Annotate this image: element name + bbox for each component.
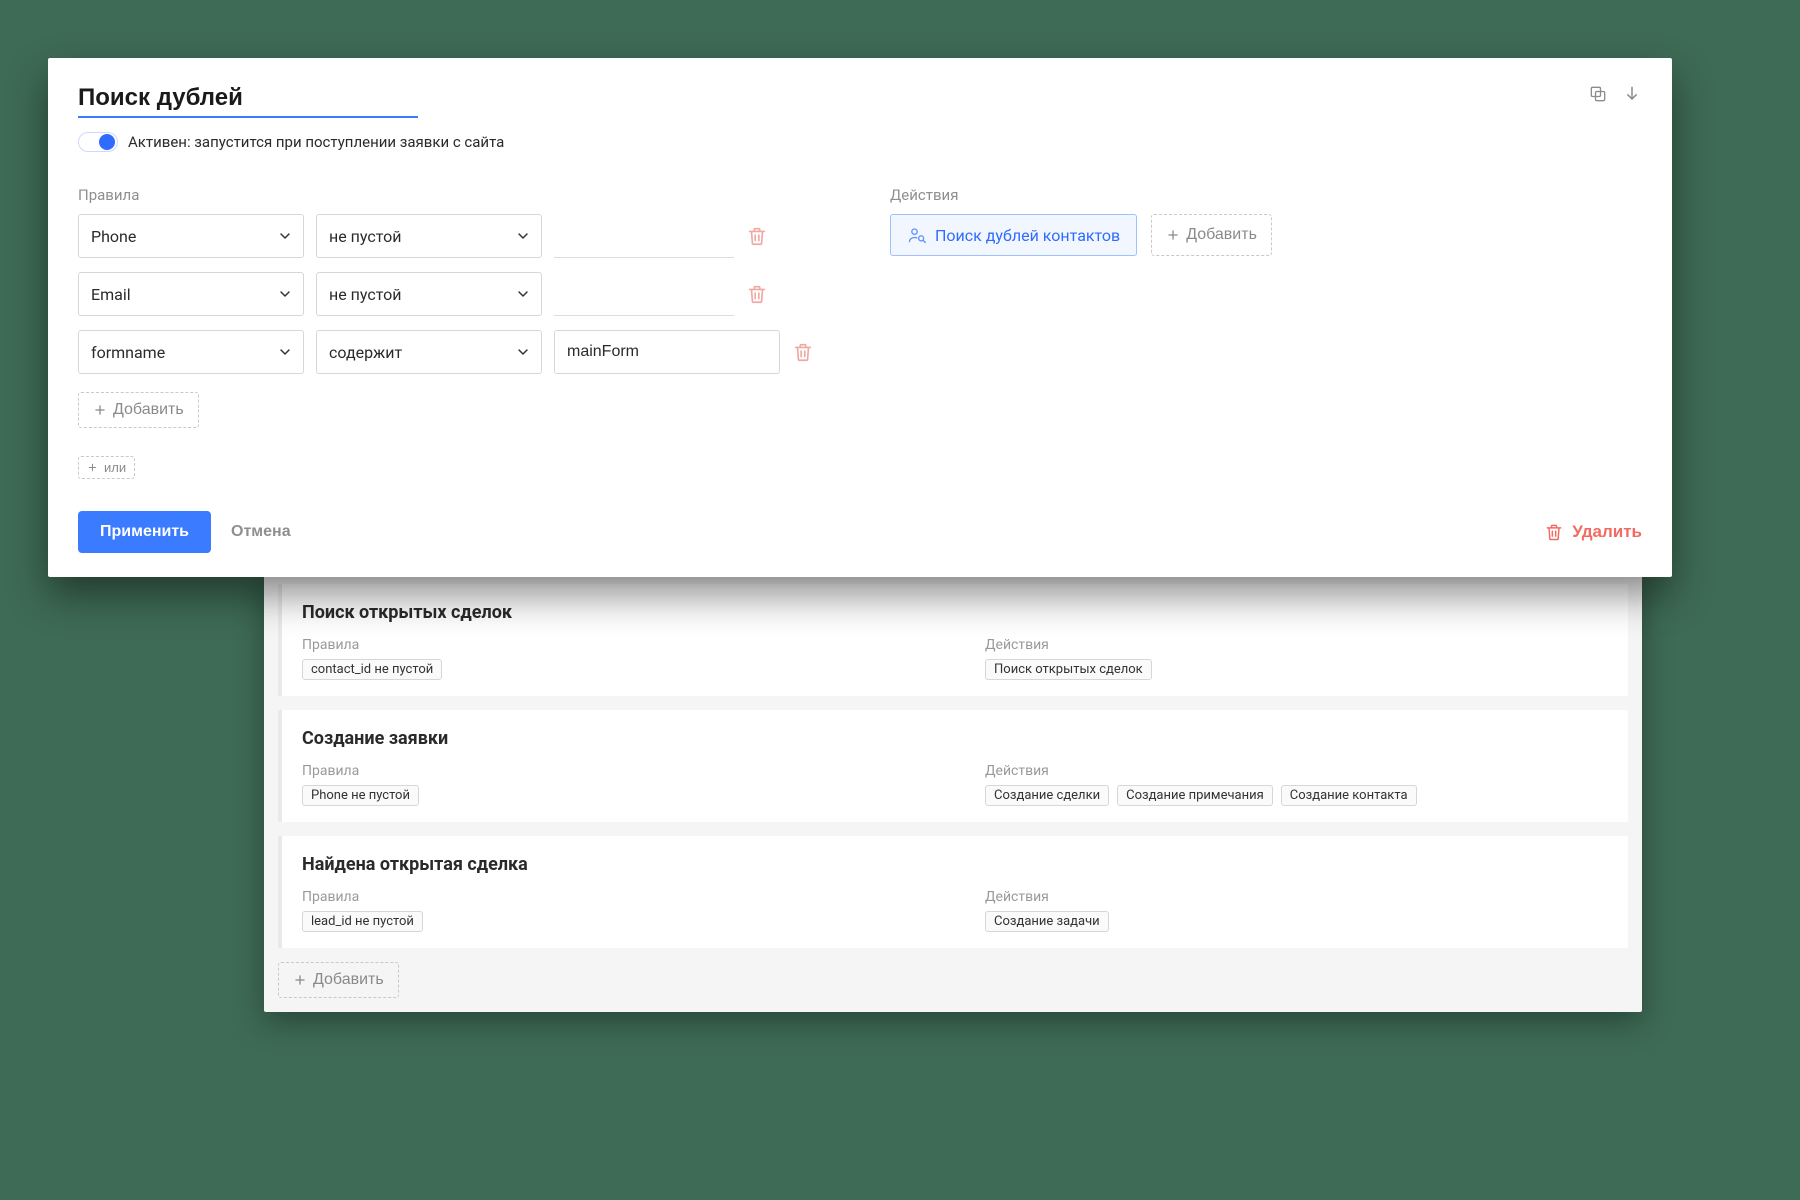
card-title: Найдена открытая сделка bbox=[302, 854, 1608, 875]
delete-rule-icon[interactable] bbox=[746, 283, 768, 305]
action-chip: Поиск открытых сделок bbox=[985, 659, 1152, 680]
card-actions-label: Действия bbox=[985, 763, 1608, 779]
move-down-icon[interactable] bbox=[1622, 84, 1642, 104]
card-actions-label: Действия bbox=[985, 637, 1608, 653]
active-toggle-label: Активен: запустится при поступлении заяв… bbox=[128, 133, 504, 151]
rule-row: Phone не пустой bbox=[78, 214, 850, 258]
or-label: или bbox=[104, 460, 126, 475]
action-chip: Создание контакта bbox=[1281, 785, 1417, 806]
action-chip-label: Поиск дублей контактов bbox=[935, 226, 1120, 245]
rule-field-value: Email bbox=[91, 285, 131, 304]
rule-operator-select[interactable]: не пустой bbox=[316, 214, 542, 258]
cancel-button[interactable]: Отмена bbox=[231, 523, 291, 541]
card-rules-label: Правила bbox=[302, 637, 925, 653]
rule-chip: lead_id не пустой bbox=[302, 911, 423, 932]
rule-field-value: Phone bbox=[91, 227, 136, 246]
rule-field-select[interactable]: Email bbox=[78, 272, 304, 316]
rule-value-input[interactable] bbox=[554, 214, 734, 258]
rule-operator-value: содержит bbox=[329, 343, 402, 362]
rule-operator-value: не пустой bbox=[329, 285, 401, 304]
add-condition-button[interactable]: Добавить bbox=[78, 392, 199, 428]
active-toggle[interactable] bbox=[78, 132, 118, 152]
rule-field-value: formname bbox=[91, 343, 165, 362]
user-search-icon bbox=[907, 225, 927, 245]
rules-list-panel: Поиск открытых сделок Правила contact_id… bbox=[264, 570, 1642, 1012]
action-chip: Создание задачи bbox=[985, 911, 1109, 932]
plus-icon bbox=[93, 403, 107, 417]
rule-operator-value: не пустой bbox=[329, 227, 401, 246]
rule-chip: Phone не пустой bbox=[302, 785, 419, 806]
plus-icon bbox=[1166, 228, 1180, 242]
trash-icon bbox=[1544, 522, 1564, 542]
rule-field-select[interactable]: formname bbox=[78, 330, 304, 374]
rule-operator-select[interactable]: не пустой bbox=[316, 272, 542, 316]
rule-title-input[interactable] bbox=[78, 84, 418, 118]
chevron-down-icon bbox=[515, 344, 531, 360]
chevron-down-icon bbox=[277, 344, 293, 360]
rule-summary-card[interactable]: Создание заявки Правила Phone не пустой … bbox=[278, 710, 1628, 822]
actions-section-label: Действия bbox=[890, 186, 1642, 204]
chevron-down-icon bbox=[515, 228, 531, 244]
rule-editor-card: Активен: запустится при поступлении заяв… bbox=[48, 58, 1672, 577]
rule-row: Email не пустой bbox=[78, 272, 850, 316]
rules-section-label: Правила bbox=[78, 186, 850, 204]
add-action-label: Добавить bbox=[1186, 226, 1257, 244]
card-actions-label: Действия bbox=[985, 889, 1608, 905]
copy-icon[interactable] bbox=[1588, 84, 1608, 104]
chevron-down-icon bbox=[277, 286, 293, 302]
action-search-duplicates[interactable]: Поиск дублей контактов bbox=[890, 214, 1137, 256]
rule-chip: contact_id не пустой bbox=[302, 659, 442, 680]
add-label: Добавить bbox=[313, 971, 384, 989]
card-title: Поиск открытых сделок bbox=[302, 602, 1608, 623]
chevron-down-icon bbox=[515, 286, 531, 302]
card-title: Создание заявки bbox=[302, 728, 1608, 749]
card-rules-label: Правила bbox=[302, 763, 925, 779]
delete-rule-icon[interactable] bbox=[746, 225, 768, 247]
plus-icon bbox=[87, 462, 98, 473]
add-condition-label: Добавить bbox=[113, 401, 184, 419]
action-chip: Создание сделки bbox=[985, 785, 1109, 806]
delete-button[interactable]: Удалить bbox=[1544, 522, 1642, 542]
rule-value-input[interactable] bbox=[554, 330, 780, 374]
rule-summary-card[interactable]: Найдена открытая сделка Правила lead_id … bbox=[278, 836, 1628, 948]
rule-operator-select[interactable]: содержит bbox=[316, 330, 542, 374]
rule-field-select[interactable]: Phone bbox=[78, 214, 304, 258]
add-rule-set-button[interactable]: Добавить bbox=[278, 962, 399, 998]
apply-button[interactable]: Применить bbox=[78, 511, 211, 553]
plus-icon bbox=[293, 973, 307, 987]
rule-row: formname содержит bbox=[78, 330, 850, 374]
action-chip: Создание примечания bbox=[1117, 785, 1273, 806]
delete-rule-icon[interactable] bbox=[792, 341, 814, 363]
card-rules-label: Правила bbox=[302, 889, 925, 905]
rule-summary-card[interactable]: Поиск открытых сделок Правила contact_id… bbox=[278, 584, 1628, 696]
add-action-button[interactable]: Добавить bbox=[1151, 214, 1272, 256]
rule-value-input[interactable] bbox=[554, 272, 734, 316]
delete-label: Удалить bbox=[1572, 522, 1642, 542]
add-or-group-button[interactable]: или bbox=[78, 456, 135, 479]
chevron-down-icon bbox=[277, 228, 293, 244]
